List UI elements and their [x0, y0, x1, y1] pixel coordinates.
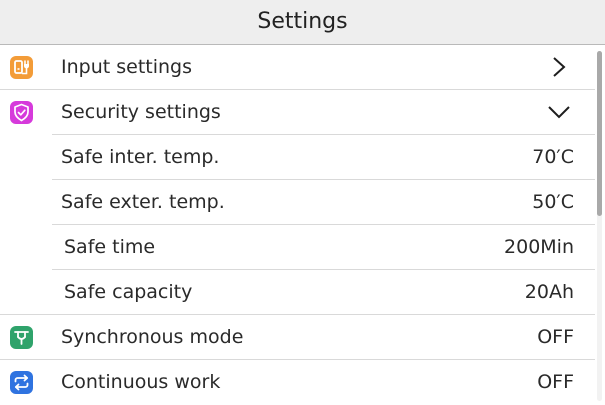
synchronous-mode-row[interactable]: Synchronous mode OFF [0, 315, 595, 360]
sync-mode-icon [10, 326, 33, 349]
safe-inter-temp-value: 70′C [532, 146, 574, 168]
safe-time-value: 200Min [504, 236, 574, 258]
scrollbar-thumb[interactable] [597, 51, 602, 216]
security-settings-label: Security settings [61, 101, 221, 123]
continuous-work-value: OFF [537, 371, 574, 393]
synchronous-mode-value: OFF [537, 326, 574, 348]
chevron-right-icon[interactable] [547, 55, 571, 79]
input-settings-row[interactable]: Input settings [0, 45, 595, 90]
security-settings-row[interactable]: Security settings [0, 90, 595, 135]
shield-check-icon [10, 101, 33, 124]
safe-exter-temp-label: Safe exter. temp. [61, 191, 225, 213]
settings-screen: Settings Input settings Security setting… [0, 0, 605, 405]
safe-capacity-row[interactable]: Safe capacity 20Ah [0, 270, 595, 315]
title-bar: Settings [0, 0, 605, 45]
repeat-icon [10, 371, 33, 394]
safe-capacity-value: 20Ah [524, 281, 574, 303]
page-title: Settings [257, 9, 348, 34]
safe-time-label: Safe time [64, 236, 156, 258]
vertical-scrollbar[interactable] [597, 51, 602, 401]
safe-inter-temp-row[interactable]: Safe inter. temp. 70′C [0, 135, 595, 180]
chevron-down-icon[interactable] [547, 100, 571, 124]
continuous-work-row[interactable]: Continuous work OFF [0, 360, 595, 405]
input-plug-icon [10, 56, 33, 79]
input-settings-label: Input settings [61, 56, 193, 78]
safe-exter-temp-value: 50′C [532, 191, 574, 213]
safe-time-row[interactable]: Safe time 200Min [0, 225, 595, 270]
continuous-work-label: Continuous work [61, 371, 221, 393]
safe-capacity-label: Safe capacity [64, 281, 193, 303]
safe-exter-temp-row[interactable]: Safe exter. temp. 50′C [0, 180, 595, 225]
safe-inter-temp-label: Safe inter. temp. [61, 146, 220, 168]
synchronous-mode-label: Synchronous mode [61, 326, 244, 348]
settings-list: Input settings Security settings Safe in… [0, 45, 595, 405]
